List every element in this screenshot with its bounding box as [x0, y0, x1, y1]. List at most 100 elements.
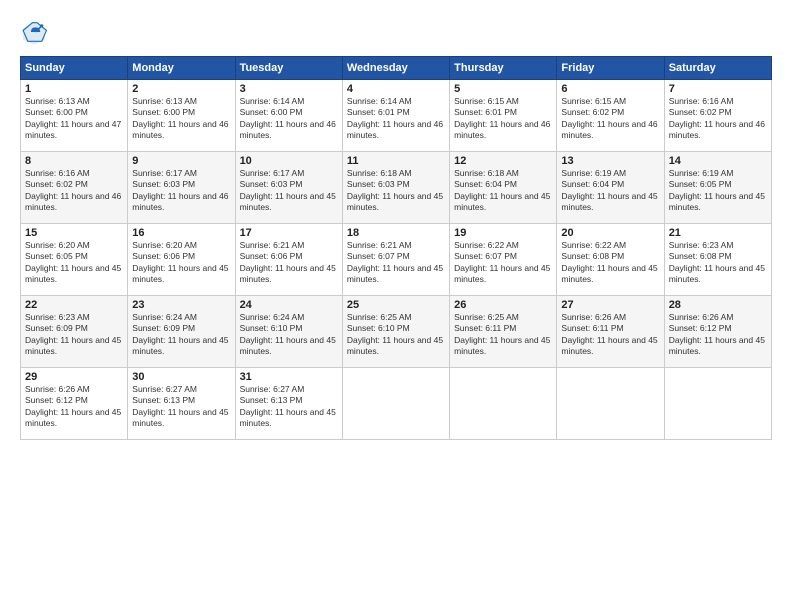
day-info: Sunrise: 6:22 AMSunset: 6:07 PMDaylight:…: [454, 240, 552, 286]
day-cell: 3Sunrise: 6:14 AMSunset: 6:00 PMDaylight…: [235, 80, 342, 152]
day-cell: 8Sunrise: 6:16 AMSunset: 6:02 PMDaylight…: [21, 152, 128, 224]
day-info: Sunrise: 6:24 AMSunset: 6:09 PMDaylight:…: [132, 312, 230, 358]
day-info: Sunrise: 6:24 AMSunset: 6:10 PMDaylight:…: [240, 312, 338, 358]
week-row-5: 29Sunrise: 6:26 AMSunset: 6:12 PMDayligh…: [21, 368, 772, 440]
day-cell: 31Sunrise: 6:27 AMSunset: 6:13 PMDayligh…: [235, 368, 342, 440]
day-cell: 28Sunrise: 6:26 AMSunset: 6:12 PMDayligh…: [664, 296, 771, 368]
day-info: Sunrise: 6:23 AMSunset: 6:09 PMDaylight:…: [25, 312, 123, 358]
day-cell: 19Sunrise: 6:22 AMSunset: 6:07 PMDayligh…: [450, 224, 557, 296]
day-number: 28: [669, 299, 767, 311]
day-info: Sunrise: 6:19 AMSunset: 6:05 PMDaylight:…: [669, 168, 767, 214]
day-info: Sunrise: 6:27 AMSunset: 6:13 PMDaylight:…: [132, 384, 230, 430]
day-cell: 2Sunrise: 6:13 AMSunset: 6:00 PMDaylight…: [128, 80, 235, 152]
day-cell: 20Sunrise: 6:22 AMSunset: 6:08 PMDayligh…: [557, 224, 664, 296]
day-number: 15: [25, 227, 123, 239]
day-cell: 29Sunrise: 6:26 AMSunset: 6:12 PMDayligh…: [21, 368, 128, 440]
day-number: 17: [240, 227, 338, 239]
day-info: Sunrise: 6:19 AMSunset: 6:04 PMDaylight:…: [561, 168, 659, 214]
day-info: Sunrise: 6:22 AMSunset: 6:08 PMDaylight:…: [561, 240, 659, 286]
day-number: 2: [132, 83, 230, 95]
day-number: 24: [240, 299, 338, 311]
day-number: 27: [561, 299, 659, 311]
day-info: Sunrise: 6:16 AMSunset: 6:02 PMDaylight:…: [25, 168, 123, 214]
day-number: 3: [240, 83, 338, 95]
day-cell: 15Sunrise: 6:20 AMSunset: 6:05 PMDayligh…: [21, 224, 128, 296]
day-info: Sunrise: 6:15 AMSunset: 6:02 PMDaylight:…: [561, 96, 659, 142]
day-number: 30: [132, 371, 230, 383]
day-info: Sunrise: 6:27 AMSunset: 6:13 PMDaylight:…: [240, 384, 338, 430]
day-cell: 4Sunrise: 6:14 AMSunset: 6:01 PMDaylight…: [342, 80, 449, 152]
column-header-thursday: Thursday: [450, 57, 557, 80]
day-cell: 13Sunrise: 6:19 AMSunset: 6:04 PMDayligh…: [557, 152, 664, 224]
column-header-saturday: Saturday: [664, 57, 771, 80]
day-cell: 1Sunrise: 6:13 AMSunset: 6:00 PMDaylight…: [21, 80, 128, 152]
day-cell: 7Sunrise: 6:16 AMSunset: 6:02 PMDaylight…: [664, 80, 771, 152]
day-cell: 23Sunrise: 6:24 AMSunset: 6:09 PMDayligh…: [128, 296, 235, 368]
day-info: Sunrise: 6:14 AMSunset: 6:01 PMDaylight:…: [347, 96, 445, 142]
day-info: Sunrise: 6:15 AMSunset: 6:01 PMDaylight:…: [454, 96, 552, 142]
logo-icon: [20, 18, 48, 46]
day-cell: 6Sunrise: 6:15 AMSunset: 6:02 PMDaylight…: [557, 80, 664, 152]
day-info: Sunrise: 6:21 AMSunset: 6:06 PMDaylight:…: [240, 240, 338, 286]
day-info: Sunrise: 6:26 AMSunset: 6:11 PMDaylight:…: [561, 312, 659, 358]
day-number: 13: [561, 155, 659, 167]
day-cell: 9Sunrise: 6:17 AMSunset: 6:03 PMDaylight…: [128, 152, 235, 224]
column-header-friday: Friday: [557, 57, 664, 80]
column-header-sunday: Sunday: [21, 57, 128, 80]
day-number: 5: [454, 83, 552, 95]
day-info: Sunrise: 6:20 AMSunset: 6:06 PMDaylight:…: [132, 240, 230, 286]
day-info: Sunrise: 6:25 AMSunset: 6:10 PMDaylight:…: [347, 312, 445, 358]
day-info: Sunrise: 6:21 AMSunset: 6:07 PMDaylight:…: [347, 240, 445, 286]
day-cell: 11Sunrise: 6:18 AMSunset: 6:03 PMDayligh…: [342, 152, 449, 224]
logo: [20, 18, 52, 46]
day-number: 6: [561, 83, 659, 95]
day-info: Sunrise: 6:18 AMSunset: 6:04 PMDaylight:…: [454, 168, 552, 214]
day-number: 20: [561, 227, 659, 239]
day-cell: 18Sunrise: 6:21 AMSunset: 6:07 PMDayligh…: [342, 224, 449, 296]
day-number: 19: [454, 227, 552, 239]
day-info: Sunrise: 6:17 AMSunset: 6:03 PMDaylight:…: [240, 168, 338, 214]
day-info: Sunrise: 6:14 AMSunset: 6:00 PMDaylight:…: [240, 96, 338, 142]
day-cell: 25Sunrise: 6:25 AMSunset: 6:10 PMDayligh…: [342, 296, 449, 368]
day-number: 21: [669, 227, 767, 239]
day-cell: 21Sunrise: 6:23 AMSunset: 6:08 PMDayligh…: [664, 224, 771, 296]
day-cell: 12Sunrise: 6:18 AMSunset: 6:04 PMDayligh…: [450, 152, 557, 224]
day-number: 14: [669, 155, 767, 167]
day-info: Sunrise: 6:26 AMSunset: 6:12 PMDaylight:…: [669, 312, 767, 358]
day-cell: 24Sunrise: 6:24 AMSunset: 6:10 PMDayligh…: [235, 296, 342, 368]
day-number: 25: [347, 299, 445, 311]
day-cell: 22Sunrise: 6:23 AMSunset: 6:09 PMDayligh…: [21, 296, 128, 368]
day-number: 9: [132, 155, 230, 167]
day-cell: [450, 368, 557, 440]
day-info: Sunrise: 6:16 AMSunset: 6:02 PMDaylight:…: [669, 96, 767, 142]
day-info: Sunrise: 6:25 AMSunset: 6:11 PMDaylight:…: [454, 312, 552, 358]
day-number: 23: [132, 299, 230, 311]
day-cell: 10Sunrise: 6:17 AMSunset: 6:03 PMDayligh…: [235, 152, 342, 224]
day-number: 22: [25, 299, 123, 311]
day-number: 12: [454, 155, 552, 167]
week-row-2: 8Sunrise: 6:16 AMSunset: 6:02 PMDaylight…: [21, 152, 772, 224]
day-number: 1: [25, 83, 123, 95]
day-number: 26: [454, 299, 552, 311]
day-info: Sunrise: 6:17 AMSunset: 6:03 PMDaylight:…: [132, 168, 230, 214]
day-number: 29: [25, 371, 123, 383]
day-info: Sunrise: 6:18 AMSunset: 6:03 PMDaylight:…: [347, 168, 445, 214]
page: SundayMondayTuesdayWednesdayThursdayFrid…: [0, 0, 792, 612]
day-number: 4: [347, 83, 445, 95]
day-cell: 26Sunrise: 6:25 AMSunset: 6:11 PMDayligh…: [450, 296, 557, 368]
day-number: 18: [347, 227, 445, 239]
day-number: 10: [240, 155, 338, 167]
day-info: Sunrise: 6:23 AMSunset: 6:08 PMDaylight:…: [669, 240, 767, 286]
day-cell: 5Sunrise: 6:15 AMSunset: 6:01 PMDaylight…: [450, 80, 557, 152]
calendar-table: SundayMondayTuesdayWednesdayThursdayFrid…: [20, 56, 772, 440]
day-cell: 16Sunrise: 6:20 AMSunset: 6:06 PMDayligh…: [128, 224, 235, 296]
day-number: 16: [132, 227, 230, 239]
day-number: 8: [25, 155, 123, 167]
day-info: Sunrise: 6:13 AMSunset: 6:00 PMDaylight:…: [25, 96, 123, 142]
day-info: Sunrise: 6:13 AMSunset: 6:00 PMDaylight:…: [132, 96, 230, 142]
day-cell: 14Sunrise: 6:19 AMSunset: 6:05 PMDayligh…: [664, 152, 771, 224]
week-row-4: 22Sunrise: 6:23 AMSunset: 6:09 PMDayligh…: [21, 296, 772, 368]
day-cell: 30Sunrise: 6:27 AMSunset: 6:13 PMDayligh…: [128, 368, 235, 440]
day-cell: [664, 368, 771, 440]
day-info: Sunrise: 6:26 AMSunset: 6:12 PMDaylight:…: [25, 384, 123, 430]
